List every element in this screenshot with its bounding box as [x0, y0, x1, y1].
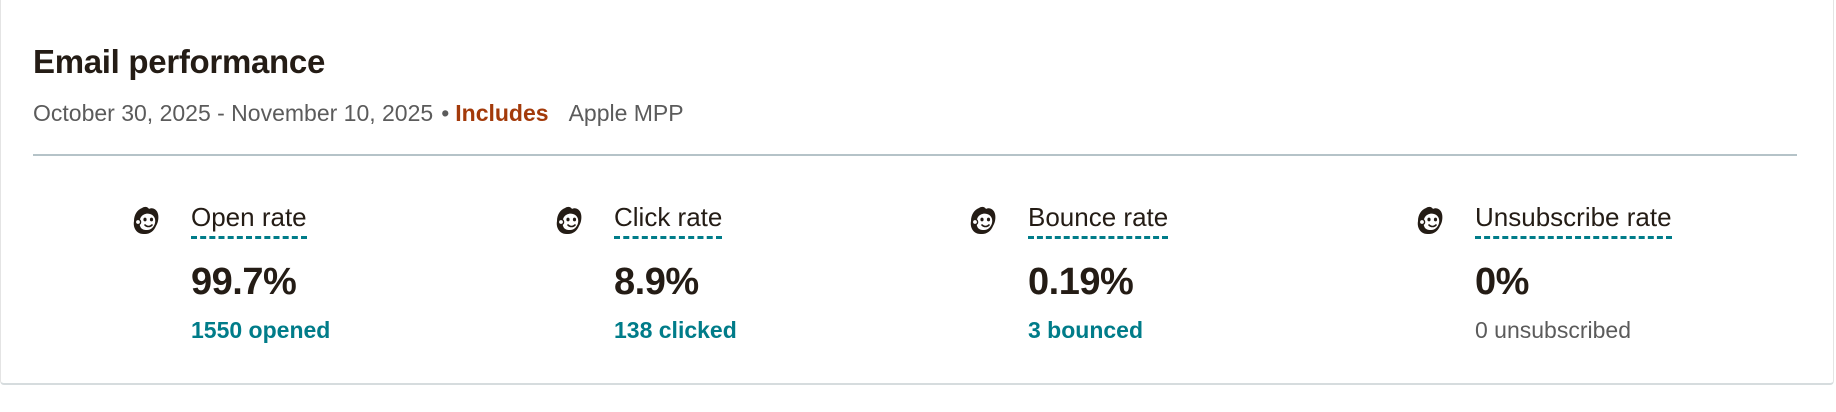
- includes-value: Apple MPP: [568, 100, 684, 126]
- metric-value: 0.19%: [1028, 261, 1134, 303]
- metric-value: 0%: [1475, 261, 1529, 303]
- metric-label[interactable]: Bounce rate: [1028, 200, 1169, 239]
- metric-value: 99.7%: [191, 261, 297, 303]
- email-performance-card: Email performance October 30, 2025 - Nov…: [0, 0, 1834, 385]
- metric-detail-link[interactable]: 138 clicked: [614, 315, 737, 345]
- metric-label[interactable]: Click rate: [614, 200, 723, 239]
- mailchimp-freddie-icon: [556, 206, 582, 234]
- metric-detail-link[interactable]: 1550 opened: [191, 315, 330, 345]
- report-subtitle: October 30, 2025 - November 10, 2025 • Inc…: [33, 98, 684, 128]
- metric-detail-link[interactable]: 3 bounced: [1028, 315, 1143, 345]
- metric-label[interactable]: Open rate: [191, 200, 307, 239]
- mailchimp-freddie-icon: [133, 206, 159, 234]
- metric-detail: 0 unsubscribed: [1475, 317, 1631, 343]
- metric-value: 8.9%: [614, 261, 699, 303]
- date-range: October 30, 2025 - November 10, 2025: [33, 100, 434, 126]
- metric-label[interactable]: Unsubscribe rate: [1475, 200, 1672, 239]
- section-title: Email performance: [33, 43, 326, 80]
- includes-label: Includes: [455, 100, 549, 126]
- section-divider: [33, 154, 1797, 156]
- mailchimp-freddie-icon: [970, 206, 996, 234]
- separator-bullet: •: [441, 100, 450, 126]
- mailchimp-freddie-icon: [1417, 206, 1443, 234]
